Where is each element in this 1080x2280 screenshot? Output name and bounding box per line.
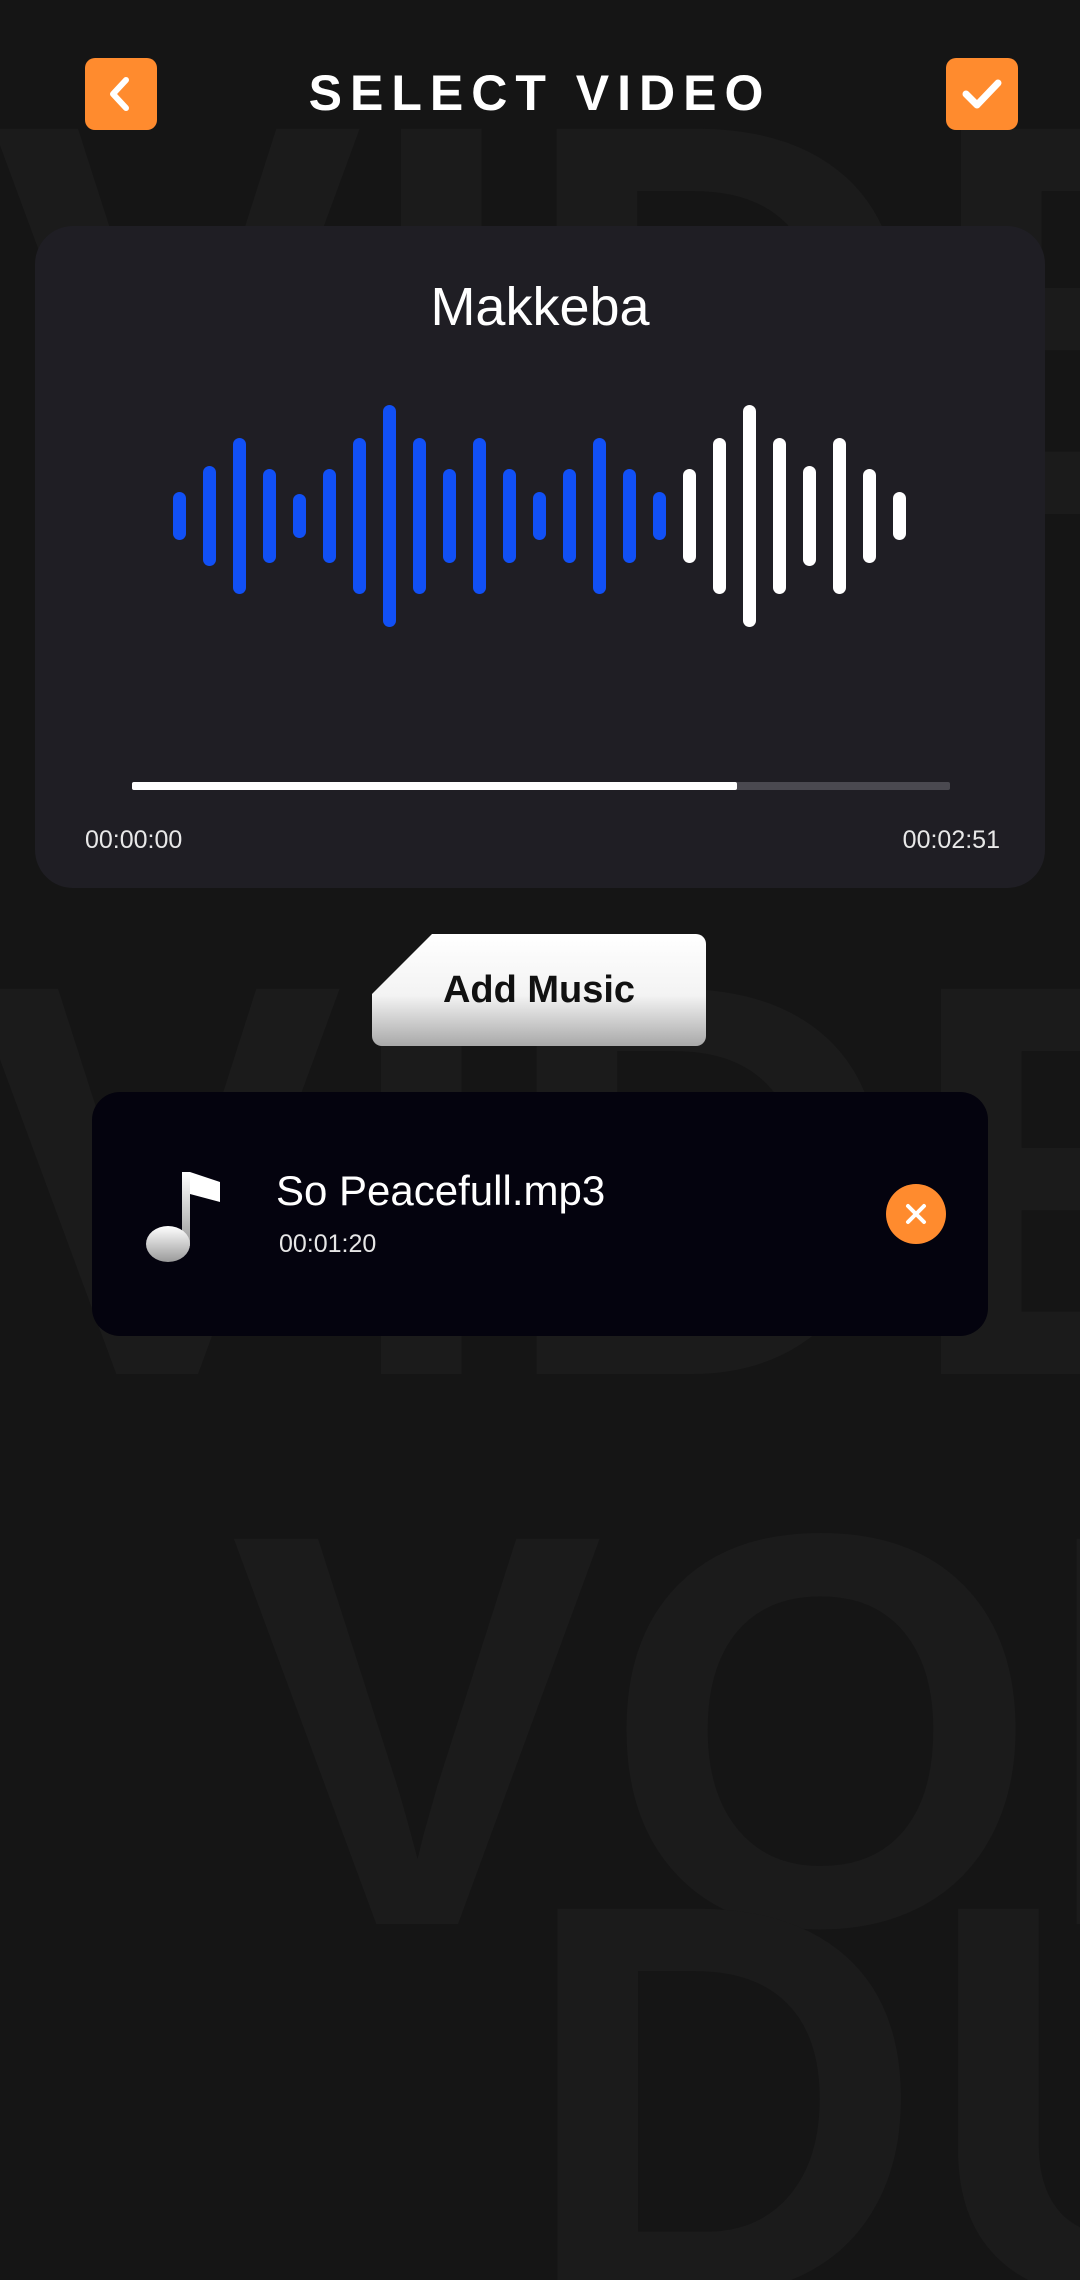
- top-bar: SELECT VIDEO: [0, 0, 1080, 190]
- waveform-bar: [383, 405, 396, 627]
- waveform-bar: [353, 438, 366, 594]
- waveform-bar: [563, 469, 576, 563]
- waveform-bar: [533, 491, 546, 541]
- waveform-bar: [293, 493, 306, 539]
- waveform-bar: [233, 438, 246, 594]
- audio-player-card: Makkeba 00:00:00 00:02:51: [35, 226, 1045, 888]
- watermark-text: DUB: [520, 1787, 1080, 2280]
- checkmark-icon: [962, 79, 1002, 109]
- waveform-bar: [323, 469, 336, 563]
- seek-bar[interactable]: [132, 782, 950, 790]
- waveform-bar: [413, 438, 426, 594]
- close-icon: [906, 1204, 926, 1224]
- waveform-bar: [803, 466, 816, 566]
- waveform-bar: [173, 491, 186, 541]
- waveform-bar: [473, 438, 486, 594]
- done-button[interactable]: [946, 58, 1018, 130]
- add-music-button[interactable]: Add Music: [372, 934, 706, 1046]
- waveform-bar: [653, 491, 666, 541]
- waveform-bar: [773, 438, 786, 594]
- seek-bar-progress: [132, 782, 738, 790]
- waveform-bar: [893, 491, 906, 541]
- music-file-name: So Peacefull.mp3: [276, 1167, 606, 1214]
- waveform-bar: [713, 438, 726, 594]
- current-time: 00:00:00: [85, 826, 183, 854]
- waveform-bar: [623, 469, 636, 563]
- waveform-bar: [743, 405, 756, 627]
- waveform-bar: [833, 438, 846, 594]
- waveform-bar: [203, 466, 216, 566]
- watermark-text: VOIC: [230, 1417, 1080, 2043]
- waveform-bar: [683, 469, 696, 563]
- waveform-bar: [263, 469, 276, 563]
- song-title: Makkeba: [430, 277, 650, 337]
- page-title: SELECT VIDEO: [308, 65, 772, 121]
- total-time: 00:02:51: [902, 826, 1000, 854]
- waveform-bar: [443, 469, 456, 563]
- waveform-bar: [593, 438, 606, 594]
- remove-music-button[interactable]: [886, 1184, 946, 1244]
- music-duration: 00:01:20: [279, 1230, 377, 1258]
- waveform: [35, 396, 1045, 636]
- music-list-item[interactable]: So Peacefull.mp3 00:01:20: [92, 1092, 988, 1336]
- waveform-bar: [863, 469, 876, 563]
- music-note-icon: [146, 1172, 220, 1262]
- waveform-bar: [503, 469, 516, 563]
